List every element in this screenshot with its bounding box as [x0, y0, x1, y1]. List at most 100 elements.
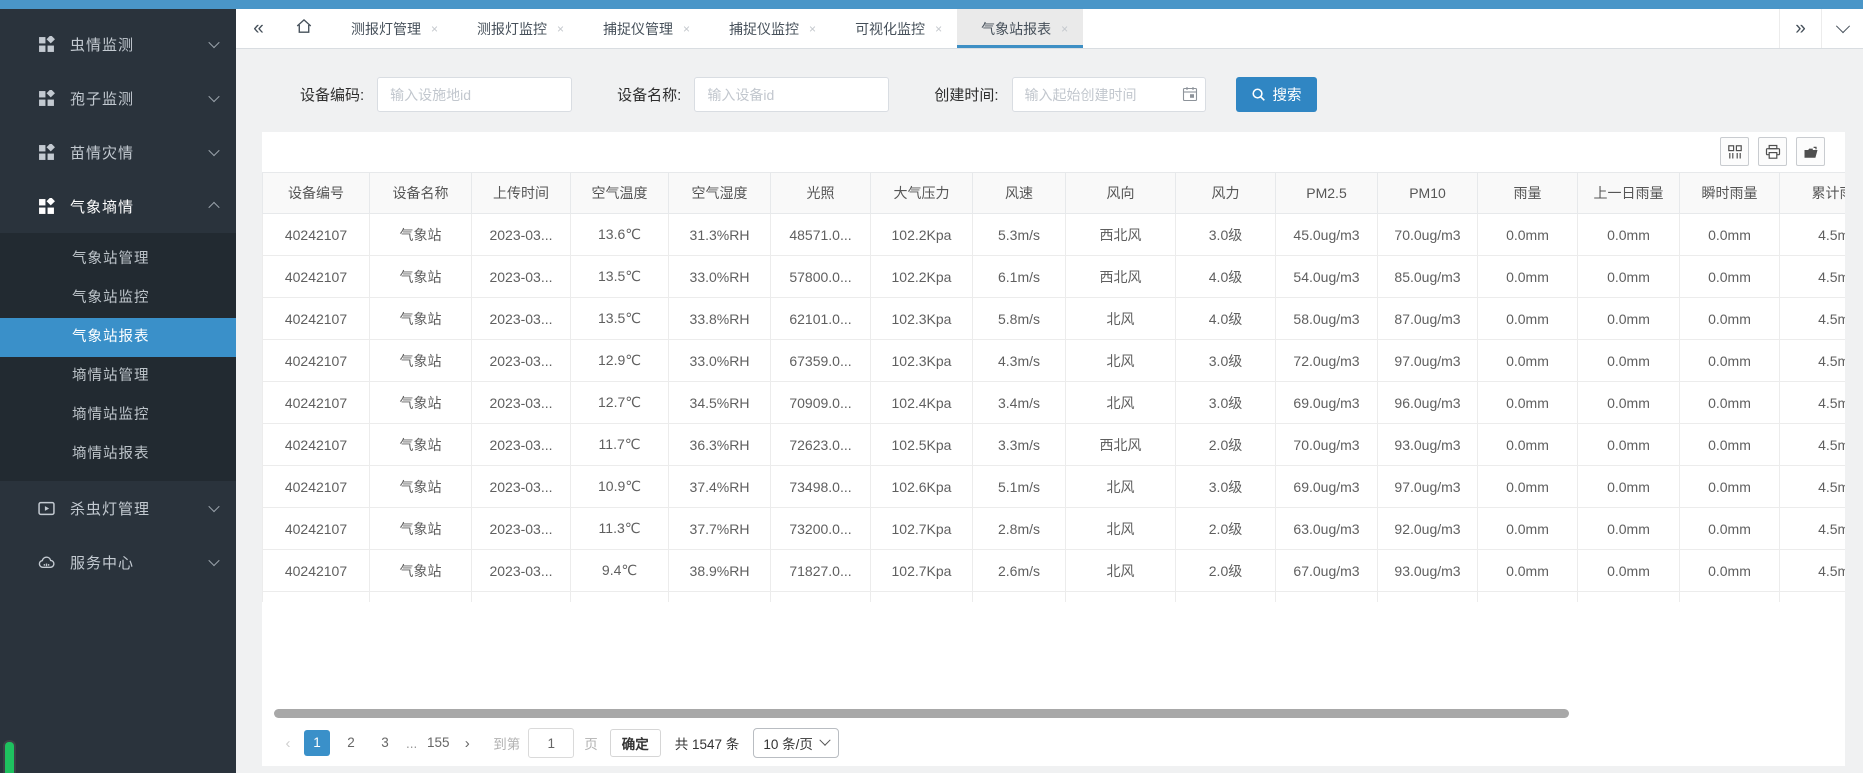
- close-icon[interactable]: ×: [1061, 23, 1068, 35]
- sidebar-subitem-weather-moisture-4[interactable]: 墒情站监控: [0, 396, 236, 435]
- sidebar-item-service-center[interactable]: 服务中心: [0, 535, 236, 589]
- search-field-input-0[interactable]: [377, 77, 572, 112]
- cell-r6-c3: 10.9℃: [571, 466, 669, 508]
- close-icon[interactable]: ×: [935, 23, 942, 35]
- sidebar-subitem-weather-moisture-1[interactable]: 气象站监控: [0, 279, 236, 318]
- page-word-label: 页: [584, 733, 598, 753]
- cell-r0-c3: 13.6℃: [571, 214, 669, 256]
- close-icon[interactable]: ×: [431, 23, 438, 35]
- collapse-sidebar-button[interactable]: «: [236, 9, 281, 48]
- table-row[interactable]: 40242107气象站2023-03...13.5℃33.8%RH62101.0…: [263, 298, 1846, 340]
- sidebar-subitem-weather-moisture-2[interactable]: 气象站报表: [0, 318, 236, 357]
- cell-r3-c11: 97.0ug/m3: [1378, 340, 1478, 382]
- search-button[interactable]: 搜索: [1236, 77, 1317, 112]
- tab-4[interactable]: 可视化监控×: [831, 9, 957, 48]
- sidebar-subitem-weather-moisture-0[interactable]: 气象站管理: [0, 240, 236, 279]
- chevron-down-icon: [819, 735, 830, 746]
- tab-2[interactable]: 捕捉仪管理 ×: [579, 9, 705, 48]
- create-time-input[interactable]: [1012, 77, 1206, 112]
- cell-r4-c1: 气象站: [370, 382, 472, 424]
- cell-r5-c10: 70.0ug/m3: [1276, 424, 1378, 466]
- cell-r7-c3: 11.3℃: [571, 508, 669, 550]
- sidebar-item-label: 杀虫灯管理: [70, 498, 210, 519]
- cell-r9-c1: 气象站: [370, 592, 472, 603]
- horizontal-scrollbar-track: [264, 708, 1843, 719]
- table-row[interactable]: 40242107气象站2023-03...10.9℃37.4%RH73498.0…: [263, 466, 1846, 508]
- prev-page-button[interactable]: ‹: [276, 735, 300, 752]
- page-size-select[interactable]: 10 条/页: [753, 728, 839, 758]
- cell-r3-c3: 12.9℃: [571, 340, 669, 382]
- cell-r9-c11: 91.0ug/m3: [1378, 592, 1478, 603]
- cell-r4-c15: 4.5mm: [1780, 382, 1846, 424]
- home-icon: [295, 17, 313, 40]
- tab-0[interactable]: 测报灯管理×: [327, 9, 453, 48]
- search-field-input-1[interactable]: [694, 77, 889, 112]
- column-header-8: 风向: [1066, 173, 1176, 214]
- page-button-2[interactable]: 2: [338, 730, 364, 756]
- column-header-0: 设备编号: [263, 173, 370, 214]
- horizontal-scrollbar-thumb[interactable]: [274, 709, 1569, 718]
- jump-page-input[interactable]: [528, 728, 574, 758]
- cell-r4-c8: 北风: [1066, 382, 1176, 424]
- sidebar-item-seedling-disaster[interactable]: 苗情灾情: [0, 125, 236, 179]
- chevron-up-icon: [208, 202, 219, 213]
- table-row[interactable]: 40242107气象站2023-03...11.3℃37.7%RH73200.0…: [263, 508, 1846, 550]
- table-row[interactable]: 40242107气象站2023-03...11.7℃36.3%RH72623.0…: [263, 424, 1846, 466]
- cell-r4-c10: 69.0ug/m3: [1276, 382, 1378, 424]
- table-row[interactable]: 40242107气象站2023-03...13.6℃31.3%RH48571.0…: [263, 214, 1846, 256]
- tab-list: 测报灯管理×测报灯监控×捕捉仪管理×捕捉仪监控×可视化监控×气象站报表×: [327, 9, 1083, 48]
- tab-3[interactable]: 捕捉仪监控 ×: [705, 9, 831, 48]
- printer-icon: [1765, 144, 1781, 160]
- next-page-button[interactable]: ›: [455, 735, 479, 752]
- cell-r7-c8: 北风: [1066, 508, 1176, 550]
- cell-r6-c0: 40242107: [263, 466, 370, 508]
- close-icon[interactable]: ×: [557, 23, 564, 35]
- tab-1[interactable]: 测报灯监控 ×: [453, 9, 579, 48]
- close-icon[interactable]: ×: [683, 23, 690, 35]
- tab-label: 捕捉仪监控: [729, 19, 799, 39]
- cell-r6-c9: 3.0级: [1176, 466, 1276, 508]
- sidebar-item-weather-moisture[interactable]: 气象墒情: [0, 179, 236, 233]
- cell-r5-c15: 4.5mm: [1780, 424, 1846, 466]
- sidebar-subitem-weather-moisture-3[interactable]: 墒情站管理: [0, 357, 236, 396]
- cell-r5-c14: 0.0mm: [1680, 424, 1780, 466]
- column-header-14: 瞬时雨量: [1680, 173, 1780, 214]
- tab-actions-dropdown[interactable]: [1821, 9, 1863, 48]
- tab-label: 捕捉仪管理: [603, 19, 673, 39]
- table-row[interactable]: 40242107气象站2023-03...12.9℃33.0%RH67359.0…: [263, 340, 1846, 382]
- columns-button[interactable]: [1720, 137, 1749, 166]
- table-row[interactable]: 40242107气象站2023-03...9.4℃38.9%RH71827.0.…: [263, 550, 1846, 592]
- table-row[interactable]: 40242107气象站2023-03...12.7℃34.5%RH70909.0…: [263, 382, 1846, 424]
- cell-r0-c8: 西北风: [1066, 214, 1176, 256]
- printer-button[interactable]: [1758, 137, 1787, 166]
- close-icon[interactable]: ×: [809, 23, 816, 35]
- page-button-1[interactable]: 1: [304, 730, 330, 756]
- column-header-13: 上一日雨量: [1578, 173, 1680, 214]
- home-tab[interactable]: [281, 9, 327, 48]
- cell-r0-c14: 0.0mm: [1680, 214, 1780, 256]
- sidebar-item-insect-monitor[interactable]: 虫情监测: [0, 17, 236, 71]
- cell-r6-c4: 37.4%RH: [669, 466, 771, 508]
- confirm-jump-button[interactable]: 确定: [610, 729, 661, 757]
- column-header-1: 设备名称: [370, 173, 472, 214]
- cell-r0-c0: 40242107: [263, 214, 370, 256]
- cell-r3-c13: 0.0mm: [1578, 340, 1680, 382]
- page-button-155[interactable]: 155: [425, 730, 451, 756]
- table-row[interactable]: 40242107气象站2023-03...13.5℃33.0%RH57800.0…: [263, 256, 1846, 298]
- cell-r4-c11: 96.0ug/m3: [1378, 382, 1478, 424]
- export-button[interactable]: [1796, 137, 1825, 166]
- cell-r8-c3: 9.4℃: [571, 550, 669, 592]
- cell-r9-c4: 41.2%RH: [669, 592, 771, 603]
- search-bar: 设备编码:设备名称:创建时间: 搜索: [236, 49, 1863, 112]
- tab-5[interactable]: 气象站报表×: [957, 9, 1083, 48]
- cell-r2-c15: 4.5mm: [1780, 298, 1846, 340]
- page-button-3[interactable]: 3: [372, 730, 398, 756]
- sidebar-item-spore-monitor[interactable]: 孢子监测: [0, 71, 236, 125]
- sidebar-subitem-weather-moisture-5[interactable]: 墒情站报表: [0, 435, 236, 474]
- tab-label: 测报灯监控: [477, 19, 547, 39]
- scroll-tabs-right-button[interactable]: »: [1779, 9, 1821, 48]
- table-row[interactable]: 40242107气象站2023-03...8.6℃41.2%RH68615.0.…: [263, 592, 1846, 603]
- cell-r2-c3: 13.5℃: [571, 298, 669, 340]
- cell-r6-c6: 102.6Kpa: [871, 466, 973, 508]
- sidebar-item-insect-lamp[interactable]: 杀虫灯管理: [0, 481, 236, 535]
